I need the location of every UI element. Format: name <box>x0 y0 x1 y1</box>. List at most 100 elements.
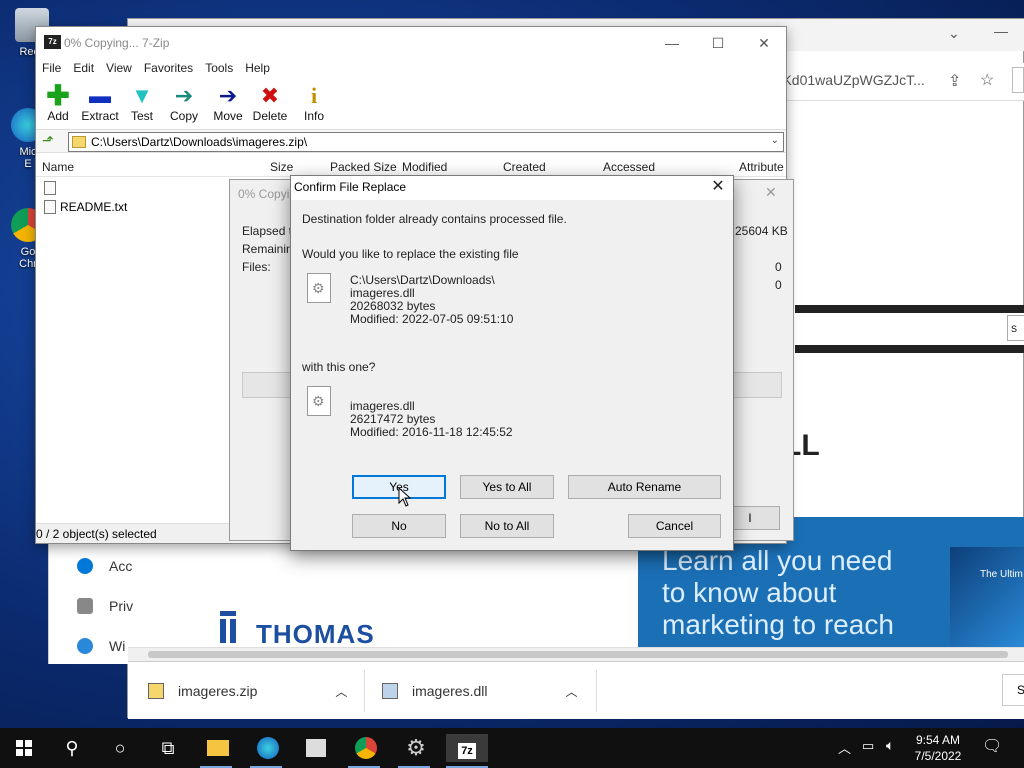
column-modified[interactable]: Modified <box>402 160 447 174</box>
file-explorer-button[interactable] <box>204 734 232 762</box>
menu-help[interactable]: Help <box>239 59 276 79</box>
cortana-button[interactable]: ○ <box>106 734 134 762</box>
no-button[interactable]: No <box>352 514 446 538</box>
close-button[interactable]: ✕ <box>744 31 784 55</box>
page-header-bar <box>795 305 1024 313</box>
download-item-dll[interactable]: imageres.dll ︿ <box>382 676 578 706</box>
clock[interactable]: 9:54 AM 7/5/2022 <box>908 732 968 764</box>
menu-tools[interactable]: Tools <box>199 59 239 79</box>
volume-icon[interactable]: 🔈︎ <box>886 737 894 754</box>
tab-list-chevron-icon[interactable]: ⌄ <box>948 25 960 42</box>
test-button[interactable]: ▼ Test <box>120 83 164 123</box>
search-button[interactable]: ⚲ <box>58 734 86 762</box>
file-icon <box>44 181 56 195</box>
horizontal-scrollbar[interactable] <box>128 647 1024 661</box>
task-view-button[interactable]: ⧉ <box>154 734 182 762</box>
column-attribute[interactable]: Attribute <box>739 160 784 174</box>
confirm-file-replace-dialog: Confirm File Replace ✕ Destination folde… <box>290 175 734 551</box>
download-item-zip[interactable]: imageres.zip ︿ <box>148 676 347 706</box>
thomas-logo-text: THOMAS <box>256 619 375 649</box>
sevenzip-titlebar[interactable]: 7z 0% Copying... 7-Zip — ☐ ✕ <box>36 27 786 59</box>
minimize-icon[interactable]: — <box>994 23 1008 39</box>
accessibility-icon <box>77 558 93 574</box>
add-button[interactable]: ✚ Add <box>36 80 80 124</box>
move-button[interactable]: ➔ Move <box>206 83 250 123</box>
side-item-label[interactable]: Priv <box>109 598 133 614</box>
no-to-all-button[interactable]: No to All <box>460 514 554 538</box>
settings-button[interactable]: ⚙ <box>402 734 430 762</box>
chrome-button[interactable] <box>352 734 380 762</box>
existing-modified: Modified: 2022-07-05 09:51:10 <box>350 312 514 326</box>
page-nav-area: S <box>795 313 1024 345</box>
chevron-up-icon[interactable]: ︿ <box>565 683 577 700</box>
path-input[interactable]: C:\Users\Dartz\Downloads\imageres.zip\ ⌄ <box>68 132 784 152</box>
show-all-button[interactable]: S <box>1002 674 1024 706</box>
menu-file[interactable]: File <box>36 59 67 79</box>
progress-close-button[interactable]: ✕ <box>765 184 777 201</box>
with-this-one-text: with this one? <box>302 360 376 374</box>
downloads-bar: imageres.zip ︿ imageres.dll ︿ S <box>128 661 1024 719</box>
elapsed-label: Elapsed ti <box>242 224 295 238</box>
start-button[interactable] <box>10 734 38 762</box>
window-title: 0% Copying... 7-Zip <box>64 36 170 50</box>
bookmark-star-icon[interactable]: ☆ <box>980 70 994 90</box>
cortana-circle-icon: ○ <box>114 738 126 758</box>
tray-chevron-up-icon[interactable]: ︿ <box>838 738 851 757</box>
gear-icon: ⚙ <box>406 735 426 760</box>
column-size[interactable]: Size <box>270 160 293 174</box>
notification-icon[interactable]: 🗨︎ <box>982 736 1002 756</box>
folder-icon <box>207 740 229 756</box>
task-view-icon: ⧉ <box>161 738 175 758</box>
yes-to-all-button[interactable]: Yes to All <box>460 475 554 499</box>
size-value: 25604 KB <box>735 224 788 238</box>
column-name[interactable]: Name <box>42 160 74 174</box>
delete-button[interactable]: ✖ Delete <box>248 83 292 123</box>
side-item-label[interactable]: Acc <box>109 558 132 574</box>
mouse-cursor-icon <box>398 487 412 507</box>
zip-file-icon <box>148 683 164 699</box>
column-packed-size[interactable]: Packed Size <box>330 160 397 174</box>
list-item[interactable] <box>44 181 60 195</box>
list-item[interactable]: README.txt <box>44 200 127 214</box>
dialog-close-button[interactable]: ✕ <box>703 176 733 200</box>
edge-icon <box>257 737 279 759</box>
folder-up-icon[interactable]: ⬏ <box>42 132 54 149</box>
info-button[interactable]: i Info <box>292 83 336 123</box>
network-icon[interactable]: ▭ <box>862 738 874 754</box>
taskbar: ⚲ ○ ⧉ ⚙ 7z ︿ ▭ 🔈︎ 9:54 AM 7/5/2022 🗨︎ <box>0 728 1024 768</box>
maximize-button[interactable]: ☐ <box>698 31 738 55</box>
delete-icon: ✖ <box>260 83 280 108</box>
menu-favorites[interactable]: Favorites <box>138 59 199 79</box>
cancel-button[interactable]: Cancel <box>628 514 721 538</box>
page-search-box[interactable]: S <box>1007 315 1024 341</box>
share-icon[interactable]: ⇪ <box>948 71 961 91</box>
auto-rename-button[interactable]: Auto Rename <box>568 475 721 499</box>
store-button[interactable] <box>302 734 330 762</box>
scrollbar-thumb[interactable] <box>148 651 1008 658</box>
test-icon: ▼ <box>131 83 153 108</box>
sevenzip-taskbar-button[interactable]: 7z <box>446 734 488 762</box>
copy-icon: ➔ <box>174 83 194 108</box>
extract-button[interactable]: ▬ Extract <box>78 83 122 123</box>
menu-view[interactable]: View <box>100 59 138 79</box>
incoming-modified: Modified: 2016-11-18 12:45:52 <box>350 425 513 439</box>
download-filename: imageres.zip <box>178 683 258 699</box>
side-item-label[interactable]: Wi <box>109 638 125 654</box>
add-icon: ✚ <box>46 80 70 111</box>
selection-status: 0 / 2 object(s) selected <box>36 527 157 541</box>
chevron-up-icon[interactable]: ︿ <box>335 683 347 700</box>
background-settings-window: Acc Priv Wi <box>48 540 133 664</box>
copy-button[interactable]: ➔ Copy <box>162 83 206 123</box>
move-icon: ➔ <box>218 83 238 108</box>
message-line-1: Destination folder already contains proc… <box>302 212 567 226</box>
column-accessed[interactable]: Accessed <box>603 160 655 174</box>
edge-button[interactable] <box>254 734 282 762</box>
dll-file-icon <box>382 683 398 699</box>
column-created[interactable]: Created <box>503 160 546 174</box>
minimize-button[interactable]: — <box>652 31 692 55</box>
path-dropdown-chevron-icon[interactable]: ⌄ <box>771 135 779 146</box>
extension-icon[interactable] <box>1012 67 1024 93</box>
search-icon: ⚲ <box>65 738 79 758</box>
dialog-titlebar[interactable]: Confirm File Replace ✕ <box>291 176 733 200</box>
menu-edit[interactable]: Edit <box>67 59 100 79</box>
